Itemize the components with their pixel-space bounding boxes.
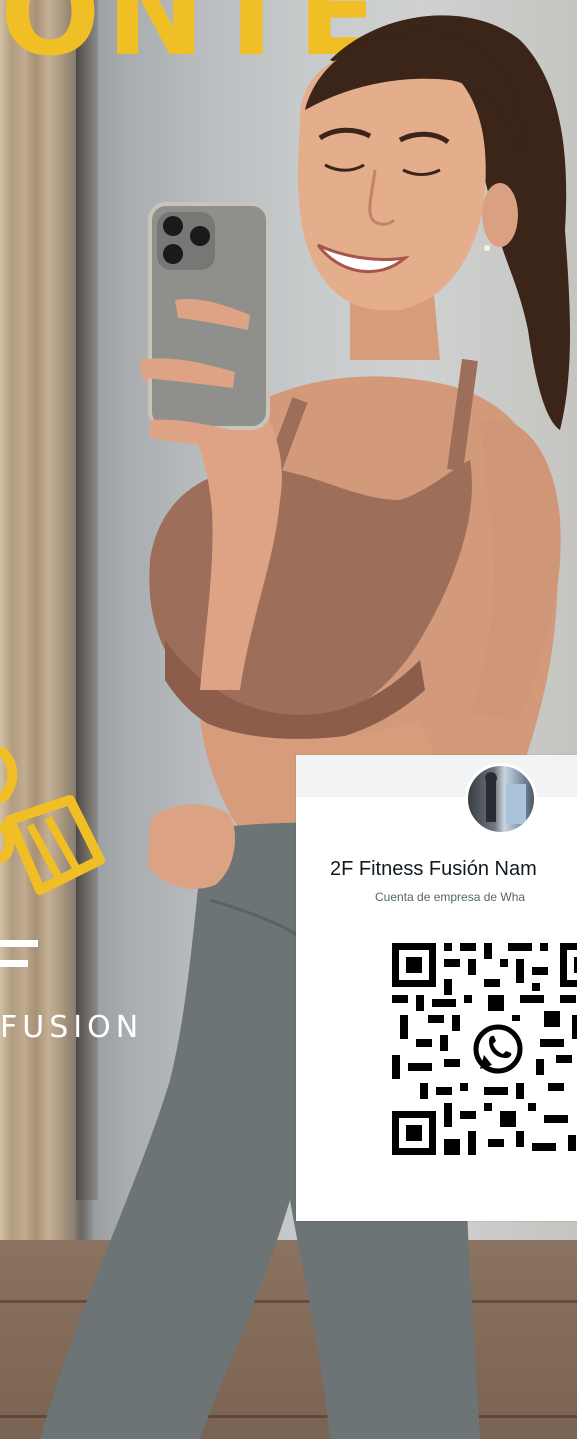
dumbbell-logo-icon <box>0 745 105 895</box>
woman-mirror-selfie-photo <box>40 15 570 1439</box>
business-name: 2F Fitness Fusión Nam <box>330 858 537 880</box>
profile-photo-icon <box>485 772 526 824</box>
logo-letter-mark <box>0 940 38 967</box>
business-account-subtitle: Cuenta de empresa de Wha <box>375 890 526 904</box>
whatsapp-qr-card: 2F Fitness Fusión Nam Cuenta de empresa … <box>296 755 577 1221</box>
qr-code[interactable] <box>392 943 577 1155</box>
avatar <box>465 763 537 835</box>
logo-wordmark: FUSION <box>0 1010 144 1045</box>
whatsapp-icon <box>470 1021 526 1077</box>
promo-image: ONTE <box>0 0 577 1439</box>
